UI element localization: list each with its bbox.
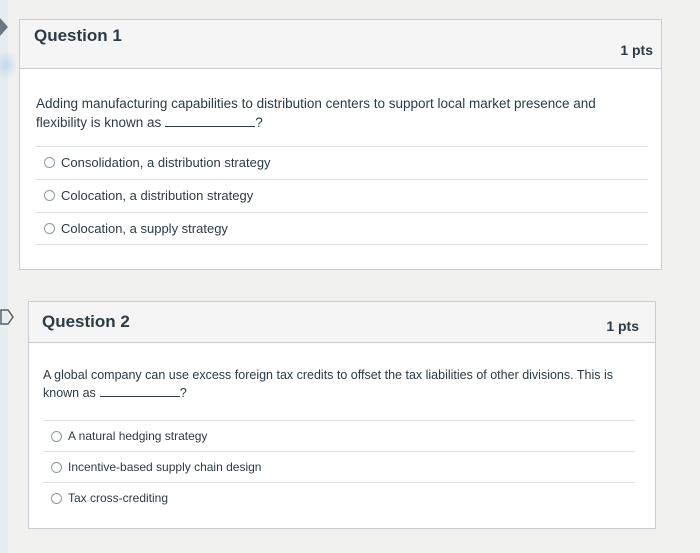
radio-button[interactable] — [44, 190, 55, 201]
radio-button[interactable] — [51, 462, 62, 473]
question-1-header: Question 1 1 pts — [20, 20, 661, 69]
question-2-text-line-1: A global company can use excess foreign … — [43, 368, 613, 382]
question-1-points: 1 pts — [620, 42, 653, 58]
question-1-title: Question 1 — [34, 26, 122, 45]
question-2-answers: A natural hedging strategy Incentive-bas… — [43, 420, 635, 513]
answer-label[interactable]: A natural hedging strategy — [68, 429, 207, 443]
left-gutter — [0, 0, 8, 553]
radio-button[interactable] — [44, 157, 55, 168]
question-1: Question 1 1 pts Adding manufacturing ca… — [19, 19, 662, 270]
question-1-text-line-2-lead: flexibility is known as — [36, 115, 162, 130]
question-1-answers: Consolidation, a distribution strategy C… — [36, 146, 648, 245]
question-1-marker-icon — [0, 18, 8, 36]
question-2-title: Question 2 — [42, 312, 130, 331]
answer-option[interactable]: Consolidation, a distribution strategy — [36, 146, 648, 179]
question-2-text-line-2: known as? — [43, 384, 643, 402]
answer-label[interactable]: Colocation, a supply strategy — [61, 221, 228, 236]
question-2-bookmark-icon[interactable] — [0, 308, 14, 326]
radio-button[interactable] — [51, 493, 62, 504]
question-2: Question 2 1 pts A global company can us… — [28, 301, 656, 529]
screen-glare — [0, 50, 18, 80]
question-2-points: 1 pts — [606, 318, 639, 334]
answer-label[interactable]: Consolidation, a distribution strategy — [61, 155, 271, 170]
radio-button[interactable] — [44, 223, 55, 234]
question-1-blank — [165, 114, 256, 127]
question-2-text-line-2-lead: known as — [43, 386, 96, 400]
question-1-text: Adding manufacturing capabilities to dis… — [36, 94, 646, 132]
radio-button[interactable] — [51, 431, 62, 442]
answer-option[interactable]: Colocation, a distribution strategy — [36, 179, 648, 212]
answer-option[interactable]: A natural hedging strategy — [43, 420, 635, 451]
answer-label[interactable]: Colocation, a distribution strategy — [61, 188, 253, 203]
question-2-text: A global company can use excess foreign … — [43, 366, 643, 402]
answer-option[interactable]: Incentive-based supply chain design — [43, 451, 635, 482]
question-2-header: Question 2 1 pts — [29, 302, 655, 343]
answer-option[interactable]: Tax cross-crediting — [43, 482, 635, 513]
question-1-text-line-1: Adding manufacturing capabilities to dis… — [36, 96, 596, 111]
question-1-blank-suffix: ? — [255, 115, 263, 130]
answer-option[interactable]: Colocation, a supply strategy — [36, 212, 648, 245]
answer-label[interactable]: Incentive-based supply chain design — [68, 460, 261, 474]
question-2-blank-suffix: ? — [179, 386, 187, 400]
question-1-text-line-2: flexibility is known as? — [36, 113, 646, 132]
question-2-blank — [99, 384, 180, 397]
answer-label[interactable]: Tax cross-crediting — [68, 491, 168, 505]
